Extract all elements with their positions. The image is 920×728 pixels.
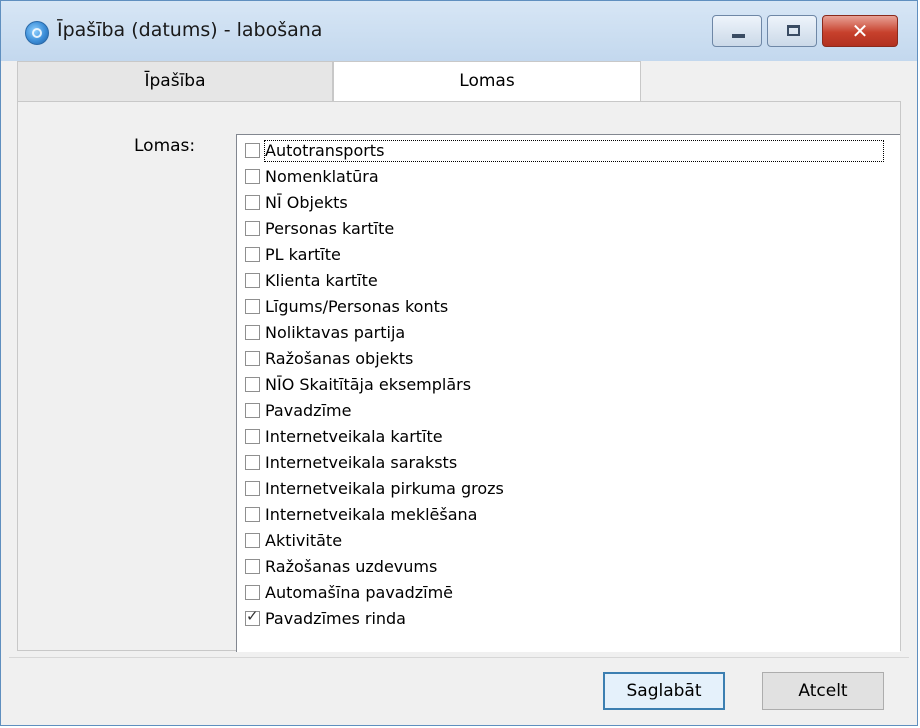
role-checkbox[interactable] <box>245 429 260 444</box>
tab-property[interactable]: Īpašība <box>17 61 333 101</box>
role-label: Ražošanas uzdevums <box>265 556 438 576</box>
role-item[interactable]: Noliktavas partija <box>245 321 405 344</box>
role-checkbox[interactable] <box>245 559 260 574</box>
role-label: Internetveikala saraksts <box>265 452 458 472</box>
role-item[interactable]: Automašīna pavadzīmē <box>245 581 453 604</box>
cancel-button[interactable]: Atcelt <box>762 672 884 710</box>
role-checkbox[interactable] <box>245 273 260 288</box>
window-title: Īpašība (datums) - labošana <box>57 19 323 41</box>
role-checkbox[interactable] <box>245 533 260 548</box>
role-item[interactable]: Internetveikala pirkuma grozs <box>245 477 504 500</box>
role-item[interactable]: NĪO Skaitītāja eksemplārs <box>245 373 471 396</box>
role-checkbox[interactable] <box>245 247 260 262</box>
role-checkbox[interactable] <box>245 377 260 392</box>
app-icon <box>25 21 49 45</box>
close-icon: ✕ <box>851 19 869 43</box>
role-item[interactable]: Ražošanas uzdevums <box>245 555 437 578</box>
role-label: Internetveikala meklēšana <box>265 504 478 524</box>
role-item[interactable]: Autotransports <box>245 139 884 162</box>
role-label: Klienta kartīte <box>265 270 378 290</box>
role-label: Pavadzīme <box>265 400 352 420</box>
role-checkbox[interactable] <box>245 455 260 470</box>
save-button[interactable]: Saglabāt <box>603 672 725 710</box>
role-label: Ražošanas objekts <box>265 348 414 368</box>
role-label: Internetveikala kartīte <box>265 426 443 446</box>
role-item[interactable]: NĪ Objekts <box>245 191 348 214</box>
role-item[interactable]: Internetveikala meklēšana <box>245 503 477 526</box>
button-bar: Saglabāt Atcelt <box>9 657 909 722</box>
role-checkbox[interactable] <box>245 299 260 314</box>
close-button[interactable]: ✕ <box>822 15 898 47</box>
role-label: Automašīna pavadzīmē <box>265 582 454 602</box>
role-item[interactable]: Līgums/Personas konts <box>245 295 448 318</box>
role-checkbox[interactable] <box>245 351 260 366</box>
role-item[interactable]: Aktivitāte <box>245 529 342 552</box>
role-item[interactable]: Internetveikala saraksts <box>245 451 457 474</box>
dialog-window: Īpašība (datums) - labošana ✕ Īpašība Lo… <box>0 0 918 726</box>
role-checkbox[interactable] <box>245 169 260 184</box>
role-item[interactable]: Nomenklatūra <box>245 165 379 188</box>
role-checkbox[interactable] <box>245 195 260 210</box>
role-label: Aktivitāte <box>265 530 343 550</box>
role-checkbox[interactable] <box>245 481 260 496</box>
role-checkbox[interactable] <box>245 143 260 158</box>
role-checkbox[interactable] <box>245 325 260 340</box>
role-item[interactable]: Pavadzīme <box>245 399 351 422</box>
role-checkbox[interactable] <box>245 507 260 522</box>
roles-label: Lomas: <box>134 136 196 156</box>
role-item[interactable]: Klienta kartīte <box>245 269 378 292</box>
maximize-icon <box>787 25 800 36</box>
role-item[interactable]: Internetveikala kartīte <box>245 425 443 448</box>
minimize-icon <box>732 34 745 38</box>
title-bar[interactable]: Īpašība (datums) - labošana ✕ <box>1 1 917 61</box>
role-label: Līgums/Personas konts <box>265 296 449 316</box>
role-item[interactable]: Personas kartīte <box>245 217 394 240</box>
minimize-button[interactable] <box>712 15 762 47</box>
role-label: PL kartīte <box>265 244 341 264</box>
roles-checklist[interactable]: Autotransports Nomenklatūra NĪ Objekts Pers… <box>236 134 900 652</box>
tab-roles[interactable]: Lomas <box>333 61 641 101</box>
role-checkbox[interactable] <box>245 403 260 418</box>
maximize-button[interactable] <box>767 15 817 47</box>
role-label: Nomenklatūra <box>265 166 379 186</box>
role-item[interactable]: ✓ Pavadzīmes rinda <box>245 607 406 630</box>
role-item[interactable]: PL kartīte <box>245 243 341 266</box>
role-label: Noliktavas partija <box>265 322 406 342</box>
role-label: NĪ Objekts <box>265 192 348 212</box>
role-label: Autotransports <box>264 139 884 162</box>
role-label: NĪO Skaitītāja eksemplārs <box>265 374 472 394</box>
role-label: Internetveikala pirkuma grozs <box>265 478 504 498</box>
role-checkbox[interactable] <box>245 585 260 600</box>
role-label: Personas kartīte <box>265 218 395 238</box>
tab-strip: Īpašība Lomas <box>9 61 909 101</box>
role-item[interactable]: Ražošanas objekts <box>245 347 413 370</box>
role-checkbox[interactable]: ✓ <box>245 607 260 626</box>
checkmark-icon: ✓ <box>246 607 259 625</box>
role-checkbox[interactable] <box>245 221 260 236</box>
role-label: Pavadzīmes rinda <box>265 608 406 628</box>
tab-content-roles: Lomas: Autotransports Nomenklatūra NĪ Obje… <box>17 101 901 652</box>
